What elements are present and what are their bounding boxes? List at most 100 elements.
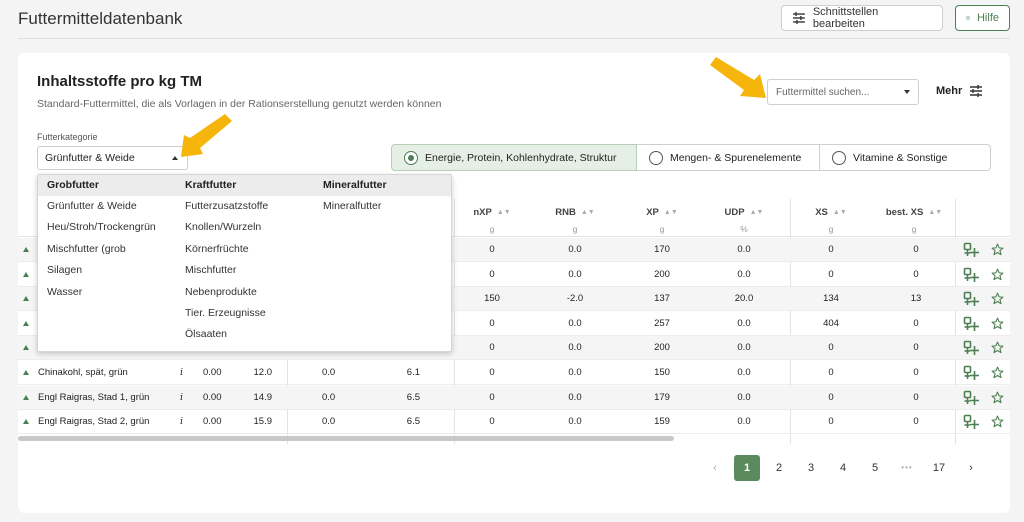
- cell: 14.9: [253, 391, 273, 403]
- cell: 0.0: [322, 416, 336, 428]
- dropdown-item[interactable]: Körnerfrüchte: [185, 239, 268, 260]
- dropdown-item[interactable]: Futterzusatzstoffe: [185, 196, 268, 217]
- dropdown-item[interactable]: Heu/Stroh/Trockengrün: [47, 217, 156, 238]
- dropdown-group-kraftfutter: Kraftfutter Futterzusatzstoffe Knollen/W…: [185, 175, 268, 346]
- column-header-nxp[interactable]: nXP ▲▼: [470, 207, 514, 218]
- expand-triangle-icon[interactable]: [23, 247, 29, 252]
- card-subtitle: Standard-Futtermittel, die als Vorlagen …: [37, 98, 442, 110]
- radio-icon: [404, 150, 418, 165]
- add-to-ration-icon[interactable]: [963, 340, 979, 356]
- dropdown-item[interactable]: Tier. Erzeugnisse: [185, 303, 268, 324]
- pagination-ellipsis[interactable]: •••: [894, 455, 920, 481]
- cell-rnb: 0.0: [568, 268, 582, 280]
- table-row[interactable]: Chinakohl, spät, grün i 0.00 12.0 0.0 6.1 0 0.0…: [18, 361, 1010, 385]
- dropdown-item[interactable]: Wasser: [47, 282, 156, 303]
- more-button[interactable]: Mehr: [936, 85, 983, 97]
- column-unit: g: [828, 224, 834, 234]
- page-button-2[interactable]: 2: [766, 455, 792, 481]
- info-icon[interactable]: i: [180, 416, 190, 427]
- feed-search-input[interactable]: [768, 80, 894, 104]
- feed-search-select[interactable]: [767, 79, 919, 105]
- star-icon[interactable]: [991, 243, 1004, 256]
- more-label: Mehr: [936, 85, 963, 97]
- cell: 6.5: [406, 391, 420, 403]
- cell-udp: 0.0: [737, 367, 751, 378]
- dropdown-group-header: Mineralfutter: [323, 179, 387, 191]
- info-icon[interactable]: i: [180, 392, 190, 403]
- add-to-ration-icon[interactable]: [963, 316, 979, 332]
- cell-nxp: 150: [484, 293, 500, 305]
- next-page-button[interactable]: ›: [958, 455, 984, 481]
- info-icon[interactable]: i: [180, 367, 190, 378]
- star-icon[interactable]: [991, 341, 1004, 354]
- cell: 12.0: [253, 367, 273, 378]
- table-row[interactable]: Engl Raigras, Stad 2, grün i 0.00 15.9 0.0 6.…: [18, 410, 1010, 435]
- column-unit: g: [489, 224, 495, 234]
- cell-best-xs: 0: [913, 416, 919, 428]
- edit-interfaces-button[interactable]: Schnittstellen bearbeiten: [781, 5, 943, 31]
- column-unit: %: [740, 224, 748, 234]
- dropdown-item[interactable]: Knollen/Wurzeln: [185, 217, 268, 238]
- star-icon[interactable]: [991, 366, 1004, 379]
- page-button-5[interactable]: 5: [862, 455, 888, 481]
- cell: 0.00: [203, 391, 222, 403]
- page-title: Futtermitteldatenbank: [18, 9, 183, 28]
- add-to-ration-icon[interactable]: [963, 291, 979, 307]
- page-button-4[interactable]: 4: [830, 455, 856, 481]
- expand-triangle-icon[interactable]: [23, 296, 29, 302]
- star-icon[interactable]: [991, 292, 1004, 305]
- prev-page-button[interactable]: ‹: [702, 455, 728, 481]
- expand-triangle-icon[interactable]: [23, 370, 29, 375]
- add-to-ration-icon[interactable]: [963, 390, 979, 406]
- dropdown-item[interactable]: Silagen: [47, 260, 156, 281]
- column-unit: g: [572, 224, 578, 234]
- expand-triangle-icon[interactable]: [23, 320, 29, 326]
- column-header-best-xs[interactable]: best. XS ▲▼: [884, 207, 944, 218]
- add-to-ration-icon[interactable]: [963, 414, 979, 430]
- column-header-xs[interactable]: XS ▲▼: [809, 207, 853, 218]
- star-icon[interactable]: [991, 415, 1004, 428]
- column-header-rnb[interactable]: RNB ▲▼: [553, 207, 597, 218]
- star-icon[interactable]: [991, 317, 1004, 330]
- page-button-1[interactable]: 1: [734, 455, 760, 481]
- cell-xs: 0: [828, 416, 834, 428]
- view-option-energy[interactable]: Energie, Protein, Kohlenhydrate, Struktu…: [391, 144, 637, 171]
- star-icon[interactable]: [991, 268, 1004, 281]
- expand-triangle-icon[interactable]: [23, 271, 29, 277]
- dropdown-item[interactable]: Mineralfutter: [323, 196, 387, 217]
- view-option-label: Energie, Protein, Kohlenhydrate, Struktu…: [425, 151, 617, 164]
- expand-triangle-icon[interactable]: [23, 394, 29, 400]
- cell-nxp: 0: [489, 391, 495, 403]
- cell-best-xs: 0: [913, 317, 919, 329]
- add-to-ration-icon[interactable]: [963, 365, 979, 381]
- view-option-vitamins[interactable]: Vitamine & Sonstige: [820, 144, 991, 171]
- help-button[interactable]: ? Hilfe: [955, 5, 1010, 31]
- cell: 0.00: [203, 416, 222, 428]
- dropdown-item[interactable]: Nebenprodukte: [185, 282, 268, 303]
- dropdown-item[interactable]: Ölsaaten: [185, 324, 268, 345]
- expand-triangle-icon[interactable]: [23, 345, 29, 351]
- star-icon[interactable]: [991, 391, 1004, 404]
- cell-rnb: 0.0: [568, 244, 582, 255]
- dropdown-item[interactable]: Mischfutter: [185, 260, 268, 281]
- sort-icon: ▲▼: [496, 209, 511, 216]
- add-to-ration-icon[interactable]: [963, 242, 979, 258]
- category-select[interactable]: Grünfutter & Weide: [37, 146, 188, 170]
- cell-xp: 257: [654, 317, 670, 329]
- table-row[interactable]: Engl Raigras, Stad 1, grün i 0.00 14.9 0.0 6.…: [18, 385, 1010, 410]
- dropdown-item[interactable]: Grünfutter & Weide: [47, 196, 156, 217]
- column-header-udp[interactable]: UDP ▲▼: [722, 207, 766, 218]
- cell-xp: 200: [654, 342, 670, 354]
- cell-udp: 0.0: [737, 342, 751, 354]
- add-to-ration-icon[interactable]: [963, 267, 979, 283]
- cell-rnb: 0.0: [568, 391, 582, 403]
- dropdown-item[interactable]: Mischfutter (grob: [47, 239, 156, 260]
- expand-triangle-icon[interactable]: [23, 419, 29, 425]
- horizontal-scrollbar[interactable]: [18, 436, 674, 441]
- page-button-3[interactable]: 3: [798, 455, 824, 481]
- column-header-xp[interactable]: XP ▲▼: [640, 207, 684, 218]
- page-button-last[interactable]: 17: [926, 455, 952, 481]
- cell-xp: 150: [654, 367, 670, 378]
- view-option-minerals[interactable]: Mengen- & Spurenelemente: [637, 144, 820, 171]
- cell-nxp: 0: [489, 244, 495, 255]
